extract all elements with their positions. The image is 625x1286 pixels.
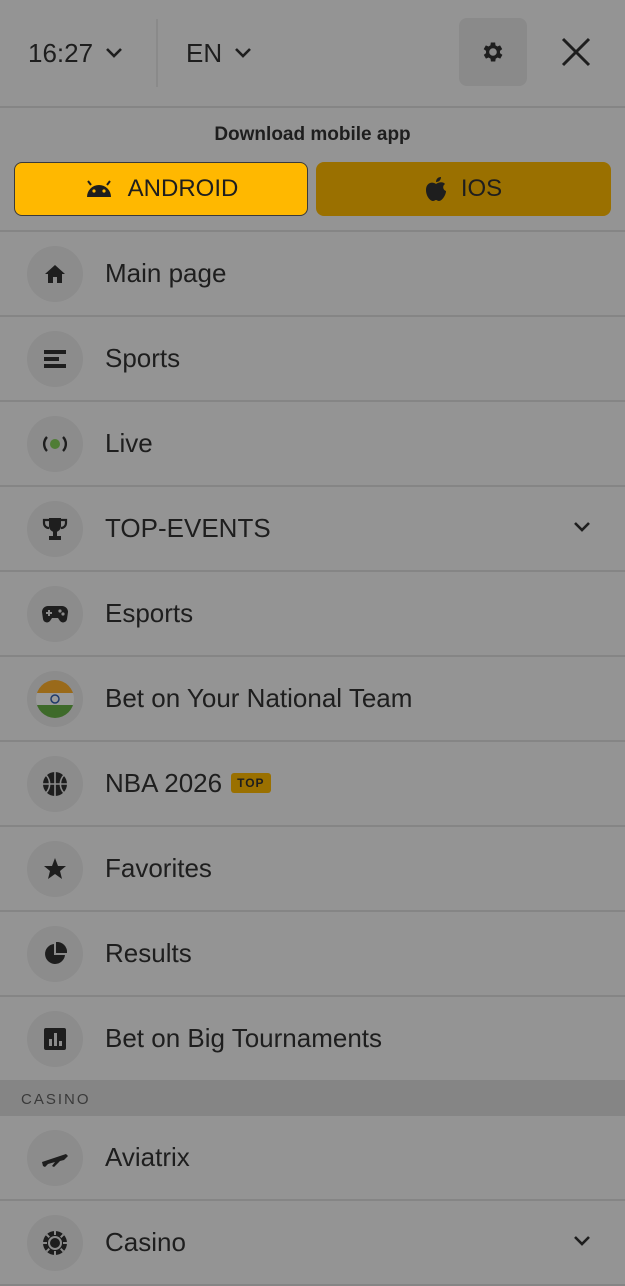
apple-icon [425,177,446,201]
menu-item-results[interactable]: Results [0,912,625,997]
menu-item-label: Casino [105,1227,186,1257]
casino-section-header: CASINO [0,1082,625,1116]
menu-item-casino[interactable]: Casino [0,1201,625,1286]
star-icon [27,840,83,897]
settings-button[interactable] [459,18,527,86]
android-download-button[interactable]: ANDROID [14,162,308,216]
language-selector[interactable]: EN [186,38,252,69]
menu-item-nba-2026[interactable]: NBA 2026 TOP [0,742,625,827]
menu-item-main-page[interactable]: Main page [0,232,625,317]
main-menu: Main page Sports Live TOP-EVENTS Esports [0,232,625,1082]
menu-item-favorites[interactable]: Favorites [0,827,625,912]
menu-item-label: Bet on Big Tournaments [105,1023,383,1053]
menu-item-label: Sports [105,343,181,373]
android-icon [86,180,111,197]
menu-item-label: Aviatrix [105,1142,190,1172]
trophy-icon [27,500,83,557]
home-icon [27,245,83,302]
ios-label: IOS [460,175,503,202]
menu-item-live[interactable]: Live [0,402,625,487]
language-value: EN [186,37,223,68]
ios-download-button[interactable]: IOS [316,162,611,216]
gear-icon [483,42,503,62]
menu-item-sports[interactable]: Sports [0,317,625,402]
nba-label: NBA 2026 [105,768,223,798]
pie-chart-icon [27,925,83,982]
menu-item-esports[interactable]: Esports [0,572,625,657]
android-label: ANDROID [127,175,239,202]
menu-item-big-tournaments[interactable]: Bet on Big Tournaments [0,997,625,1082]
menu-item-label: Main page [105,258,227,288]
list-icon [27,330,83,387]
menu-item-aviatrix[interactable]: Aviatrix [0,1116,625,1201]
menu-item-national-team[interactable]: Bet on Your National Team [0,657,625,742]
menu-item-label: Results [105,938,192,968]
chevron-down-icon[interactable] [573,1235,591,1247]
chevron-down-icon [235,48,252,58]
menu-item-label: Bet on Your National Team [105,683,413,713]
menu-item-label: Favorites [105,853,212,883]
menu-item-label: Esports [105,598,194,628]
menu-item-label: Live [105,428,153,458]
download-app-section: Download mobile app ANDROID IOS [0,108,625,232]
bar-chart-icon [27,1010,83,1067]
menu-item-top-events[interactable]: TOP-EVENTS [0,487,625,572]
download-title: Download mobile app [214,124,411,145]
header-divider [156,19,158,87]
live-icon [27,415,83,472]
gamepad-icon [27,585,83,642]
airplane-icon [27,1129,83,1186]
chevron-down-icon [106,48,122,58]
casino-menu: Aviatrix Casino [0,1116,625,1286]
chevron-down-icon[interactable] [573,521,591,533]
time-selector[interactable]: 16:27 [28,38,156,69]
top-badge: TOP [231,773,271,793]
basketball-icon [27,755,83,812]
menu-item-label: TOP-EVENTS [105,513,271,543]
time-value: 16:27 [28,37,94,68]
close-icon[interactable] [560,36,592,68]
top-bar: 16:27 EN [0,0,625,108]
india-flag-icon [27,670,83,727]
menu-item-label: NBA 2026 TOP [105,768,271,799]
casino-chip-icon [27,1214,83,1271]
